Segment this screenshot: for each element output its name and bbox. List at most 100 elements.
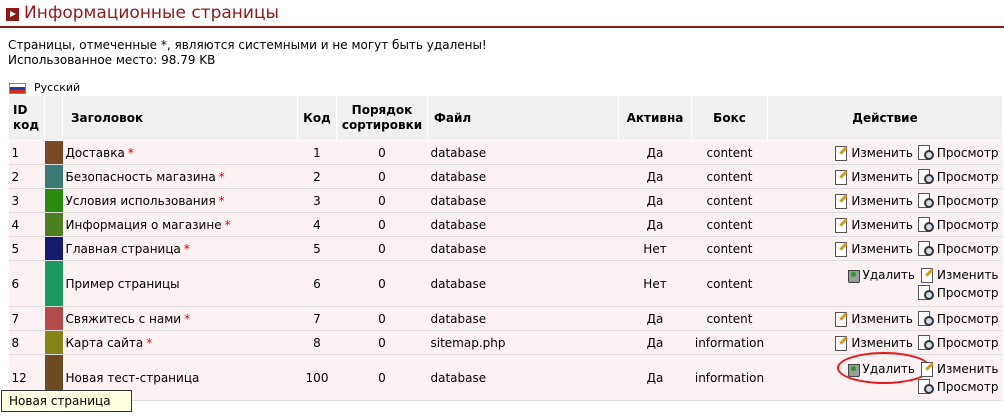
table-row[interactable]: 2 Безопасность магазина * 2 0 database Да conte…	[8, 164, 1003, 189]
cell-file: database	[427, 212, 619, 237]
color-swatch	[44, 188, 63, 213]
view-link[interactable]: Просмотр	[917, 240, 999, 258]
view-link[interactable]: Просмотр	[917, 192, 999, 210]
cell-box: information	[691, 330, 768, 355]
notice-block: Страницы, отмеченные *, являются системн…	[8, 38, 487, 68]
edit-link[interactable]: Изменить	[834, 240, 913, 258]
page-title-text: Главная страница	[65, 241, 181, 256]
cell-file: database	[427, 164, 619, 189]
cell-title: Условия использования *	[62, 188, 298, 213]
page-title-text: Свяжитесь с нами	[65, 311, 182, 326]
table-row[interactable]: 6 Пример страницы 6 0 database Нет content Удал…	[8, 260, 1003, 307]
delete-link[interactable]: Удалить	[846, 266, 915, 284]
cell-actions: Изменить Просмотр	[767, 330, 1003, 355]
table-row[interactable]: 4 Информация о магазине * 4 0 database Да conte…	[8, 212, 1003, 237]
cell-id: 4	[8, 212, 45, 237]
system-page-marker: *	[183, 241, 190, 256]
cell-actions: Удалить ИзменитьПросмотр	[767, 260, 1003, 307]
edit-link[interactable]: Изменить	[834, 192, 913, 210]
cell-sort-order: 0	[336, 354, 428, 401]
table-row[interactable]: 7 Свяжитесь с нами * 7 0 database Да content Изм…	[8, 306, 1003, 331]
cell-sort-order: 0	[336, 212, 428, 237]
preview-icon	[917, 192, 934, 208]
cell-active: Да	[618, 188, 692, 213]
cell-actions: Изменить Просмотр	[767, 306, 1003, 331]
table-row[interactable]: 8 Карта сайта * 8 0 sitemap.php Да information И…	[8, 330, 1003, 355]
edit-link[interactable]: Изменить	[834, 144, 913, 162]
column-header-id: ID код	[8, 95, 45, 141]
preview-icon	[917, 144, 934, 160]
table-row[interactable]: 12 Новая тест-страница 100 0 database Да infor…	[8, 351, 1003, 401]
page-title: Информационные страницы	[24, 3, 279, 23]
cell-title: Пример страницы	[62, 260, 298, 307]
preview-icon	[917, 240, 934, 256]
color-swatch	[44, 306, 63, 331]
page-title-text: Безопасность магазина	[65, 169, 216, 184]
cell-active: Да	[618, 354, 692, 401]
cell-sort-order: 0	[336, 306, 428, 331]
cell-sort-order: 0	[336, 330, 428, 355]
table-row[interactable]: 1 Доставка * 1 0 database Да content Изменить Про…	[8, 140, 1003, 165]
view-link[interactable]: Просмотр	[917, 334, 999, 352]
color-swatch	[44, 236, 63, 261]
table-row[interactable]: 5 Главная страница * 5 0 database Нет content Из…	[8, 236, 1003, 261]
cell-file: database	[427, 260, 619, 307]
edit-link[interactable]: Изменить	[920, 266, 999, 284]
cell-box: content	[691, 188, 768, 213]
cell-actions: Изменить Просмотр	[767, 212, 1003, 237]
view-link[interactable]: Просмотр	[917, 310, 999, 328]
edit-link[interactable]: Изменить	[834, 334, 913, 352]
column-header-title: Заголовок	[62, 95, 298, 141]
cell-active: Нет	[618, 236, 692, 261]
preview-icon	[917, 284, 934, 300]
cell-id: 3	[8, 188, 45, 213]
cell-sort-order: 0	[336, 260, 428, 307]
new-page-button[interactable]: Новая страница	[1, 390, 132, 412]
edit-icon	[834, 169, 848, 185]
cell-box: content	[691, 212, 768, 237]
cell-active: Да	[618, 330, 692, 355]
view-link[interactable]: Просмотр	[917, 216, 999, 234]
preview-icon	[917, 168, 934, 184]
delete-link[interactable]: Удалить	[836, 351, 931, 384]
cell-id: 1	[8, 140, 45, 165]
color-swatch	[44, 164, 63, 189]
color-swatch	[44, 330, 63, 355]
edit-link[interactable]: Изменить	[834, 216, 913, 234]
system-page-marker: *	[127, 145, 134, 160]
cell-code: 8	[297, 330, 337, 355]
view-link[interactable]: Просмотр	[917, 144, 999, 162]
system-page-marker: *	[146, 335, 153, 350]
cell-actions: Удалить ИзменитьПросмотр	[767, 351, 1003, 401]
edit-link[interactable]: Изменить	[920, 360, 999, 378]
edit-icon	[834, 335, 848, 351]
view-link[interactable]: Просмотр	[917, 284, 999, 302]
cell-id: 2	[8, 164, 45, 189]
preview-icon	[917, 378, 934, 394]
cell-sort-order: 0	[336, 140, 428, 165]
russian-flag-icon	[9, 83, 26, 94]
color-swatch	[44, 140, 63, 165]
page-title-text: Пример страницы	[65, 276, 180, 291]
table-row[interactable]: 3 Условия использования * 3 0 database Да conte…	[8, 188, 1003, 213]
cell-file: sitemap.php	[427, 330, 619, 355]
cell-id: 6	[8, 260, 45, 307]
edit-link[interactable]: Изменить	[834, 310, 913, 328]
cell-code: 5	[297, 236, 337, 261]
used-space-text: Использованное место: 98.79 KB	[8, 53, 216, 67]
color-swatch	[44, 212, 63, 237]
cell-sort-order: 0	[336, 236, 428, 261]
cell-id: 8	[8, 330, 45, 355]
page-title-text: Информация о магазине	[65, 217, 222, 232]
edit-icon	[920, 267, 934, 283]
view-link[interactable]: Просмотр	[917, 378, 999, 396]
edit-link[interactable]: Изменить	[834, 168, 913, 186]
column-header-file: Файл	[427, 95, 619, 141]
cell-file: database	[427, 140, 619, 165]
cell-box: content	[691, 306, 768, 331]
view-link[interactable]: Просмотр	[917, 168, 999, 186]
color-swatch	[44, 260, 63, 307]
edit-icon	[834, 217, 848, 233]
cell-code: 2	[297, 164, 337, 189]
cell-box: content	[691, 236, 768, 261]
